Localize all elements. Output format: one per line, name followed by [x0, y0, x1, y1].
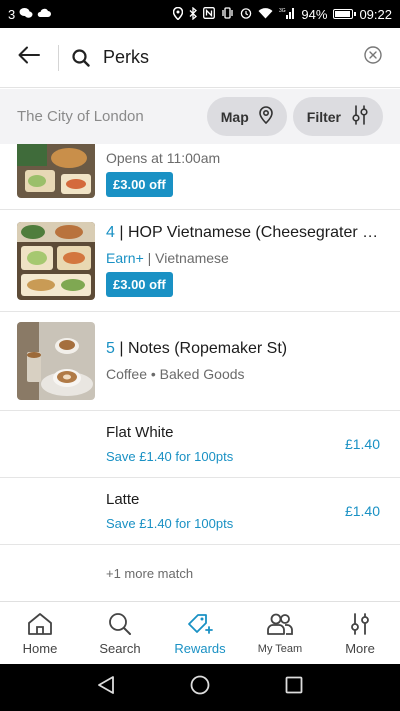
filter-row: The City of London Map Filter [0, 89, 400, 144]
product-saving: Save £1.40 for 100pts [106, 516, 234, 531]
nfc-icon [203, 7, 216, 21]
product-price: £1.40 [344, 503, 380, 519]
wifi-icon [258, 7, 273, 21]
search-icon [108, 612, 132, 639]
rewards-icon [186, 612, 214, 639]
location-icon [173, 6, 184, 22]
list-item[interactable]: 4 | HOP Vietnamese (Cheesegrater - L… Ea… [0, 210, 400, 312]
venue-photo [17, 144, 95, 198]
nav-back-icon[interactable] [97, 675, 115, 700]
back-button[interactable] [0, 28, 58, 88]
clock: 09:22 [359, 6, 392, 22]
filter-button-label: Filter [306, 108, 341, 125]
venue-name: | HOP Vietnamese (Cheesegrater - L… [114, 224, 383, 241]
earn-plus-tag: Earn+ [106, 250, 144, 266]
battery-percent: 94% [301, 6, 328, 22]
product-price: £1.40 [344, 436, 380, 452]
back-arrow-icon [18, 46, 40, 69]
venue-number: 4 [106, 224, 115, 241]
status-bar: 3 3G 94% 09:22 [0, 0, 400, 28]
cloud-icon [37, 8, 52, 20]
filter-button[interactable]: Filter [292, 97, 383, 136]
venue-title: 4 | HOP Vietnamese (Cheesegrater - L… [106, 224, 383, 242]
nav-recents-icon[interactable] [285, 676, 303, 699]
list-item[interactable]: 5 | Notes (Ropemaker St) Coffee • Baked … [0, 312, 400, 411]
product-name: Latte [106, 491, 140, 508]
product-saving: Save £1.40 for 100pts [106, 449, 234, 464]
map-button[interactable]: Map [206, 97, 287, 136]
vibrate-icon [221, 7, 234, 21]
tab-rewards[interactable]: Rewards [160, 602, 240, 664]
signal-icon: 3G [279, 7, 295, 21]
search-icon [59, 48, 103, 67]
venue-category: | Vietnamese [143, 250, 229, 266]
product-name: Flat White [106, 424, 174, 441]
venue-name: | Notes (Ropemaker St) [114, 340, 288, 357]
battery-icon [333, 9, 357, 19]
more-matches-link[interactable]: +1 more match [0, 545, 400, 602]
location-label[interactable]: The City of London [17, 108, 207, 125]
venue-photo [17, 322, 95, 400]
tab-label: Search [99, 641, 141, 656]
tab-search[interactable]: Search [80, 602, 160, 664]
product-row[interactable]: Latte Save £1.40 for 100pts £1.40 [0, 478, 400, 545]
search-bar: Perks [0, 28, 400, 88]
venue-meta: Earn+ | Vietnamese [106, 250, 383, 266]
alarm-icon [240, 7, 252, 21]
discount-badge: £3.00 off [106, 172, 173, 197]
venue-title: 5 | Notes (Ropemaker St) [106, 340, 383, 358]
tab-more[interactable]: More [320, 602, 400, 664]
clear-search-button[interactable] [346, 46, 400, 69]
sliders-icon [349, 612, 371, 639]
venue-photo [17, 221, 95, 300]
venue-category: Coffee • Baked Goods [106, 366, 245, 382]
home-icon [27, 612, 53, 639]
team-icon [266, 612, 294, 639]
tab-my-team[interactable]: My Team [240, 602, 320, 664]
results-list: Opens at 11:00am £3.00 off 4 | HOP Vietn… [0, 144, 400, 602]
filter-sliders-icon [351, 105, 369, 128]
svg-text:3G: 3G [279, 8, 286, 14]
nav-home-icon[interactable] [190, 675, 210, 700]
tab-home[interactable]: Home [0, 602, 80, 664]
map-pin-icon [258, 106, 273, 127]
tab-label: More [345, 641, 375, 656]
venue-number: 5 [106, 340, 115, 357]
product-row[interactable]: Flat White Save £1.40 for 100pts £1.40 [0, 411, 400, 478]
map-button-label: Map [220, 108, 249, 125]
bluetooth-icon [189, 6, 198, 22]
tab-label: My Team [257, 643, 303, 655]
tab-label: Home [22, 641, 58, 656]
system-nav-bar [0, 664, 400, 711]
list-item[interactable]: Opens at 11:00am £3.00 off [0, 144, 400, 210]
search-input[interactable]: Perks [103, 47, 346, 68]
clear-icon [364, 46, 382, 69]
wechat-icon [19, 7, 33, 21]
bottom-tab-bar: Home Search Rewards My Team More [0, 601, 400, 664]
opening-time: Opens at 11:00am [106, 150, 221, 166]
notification-count: 3 [8, 6, 16, 22]
discount-badge: £3.00 off [106, 272, 173, 297]
tab-label: Rewards [174, 641, 226, 656]
